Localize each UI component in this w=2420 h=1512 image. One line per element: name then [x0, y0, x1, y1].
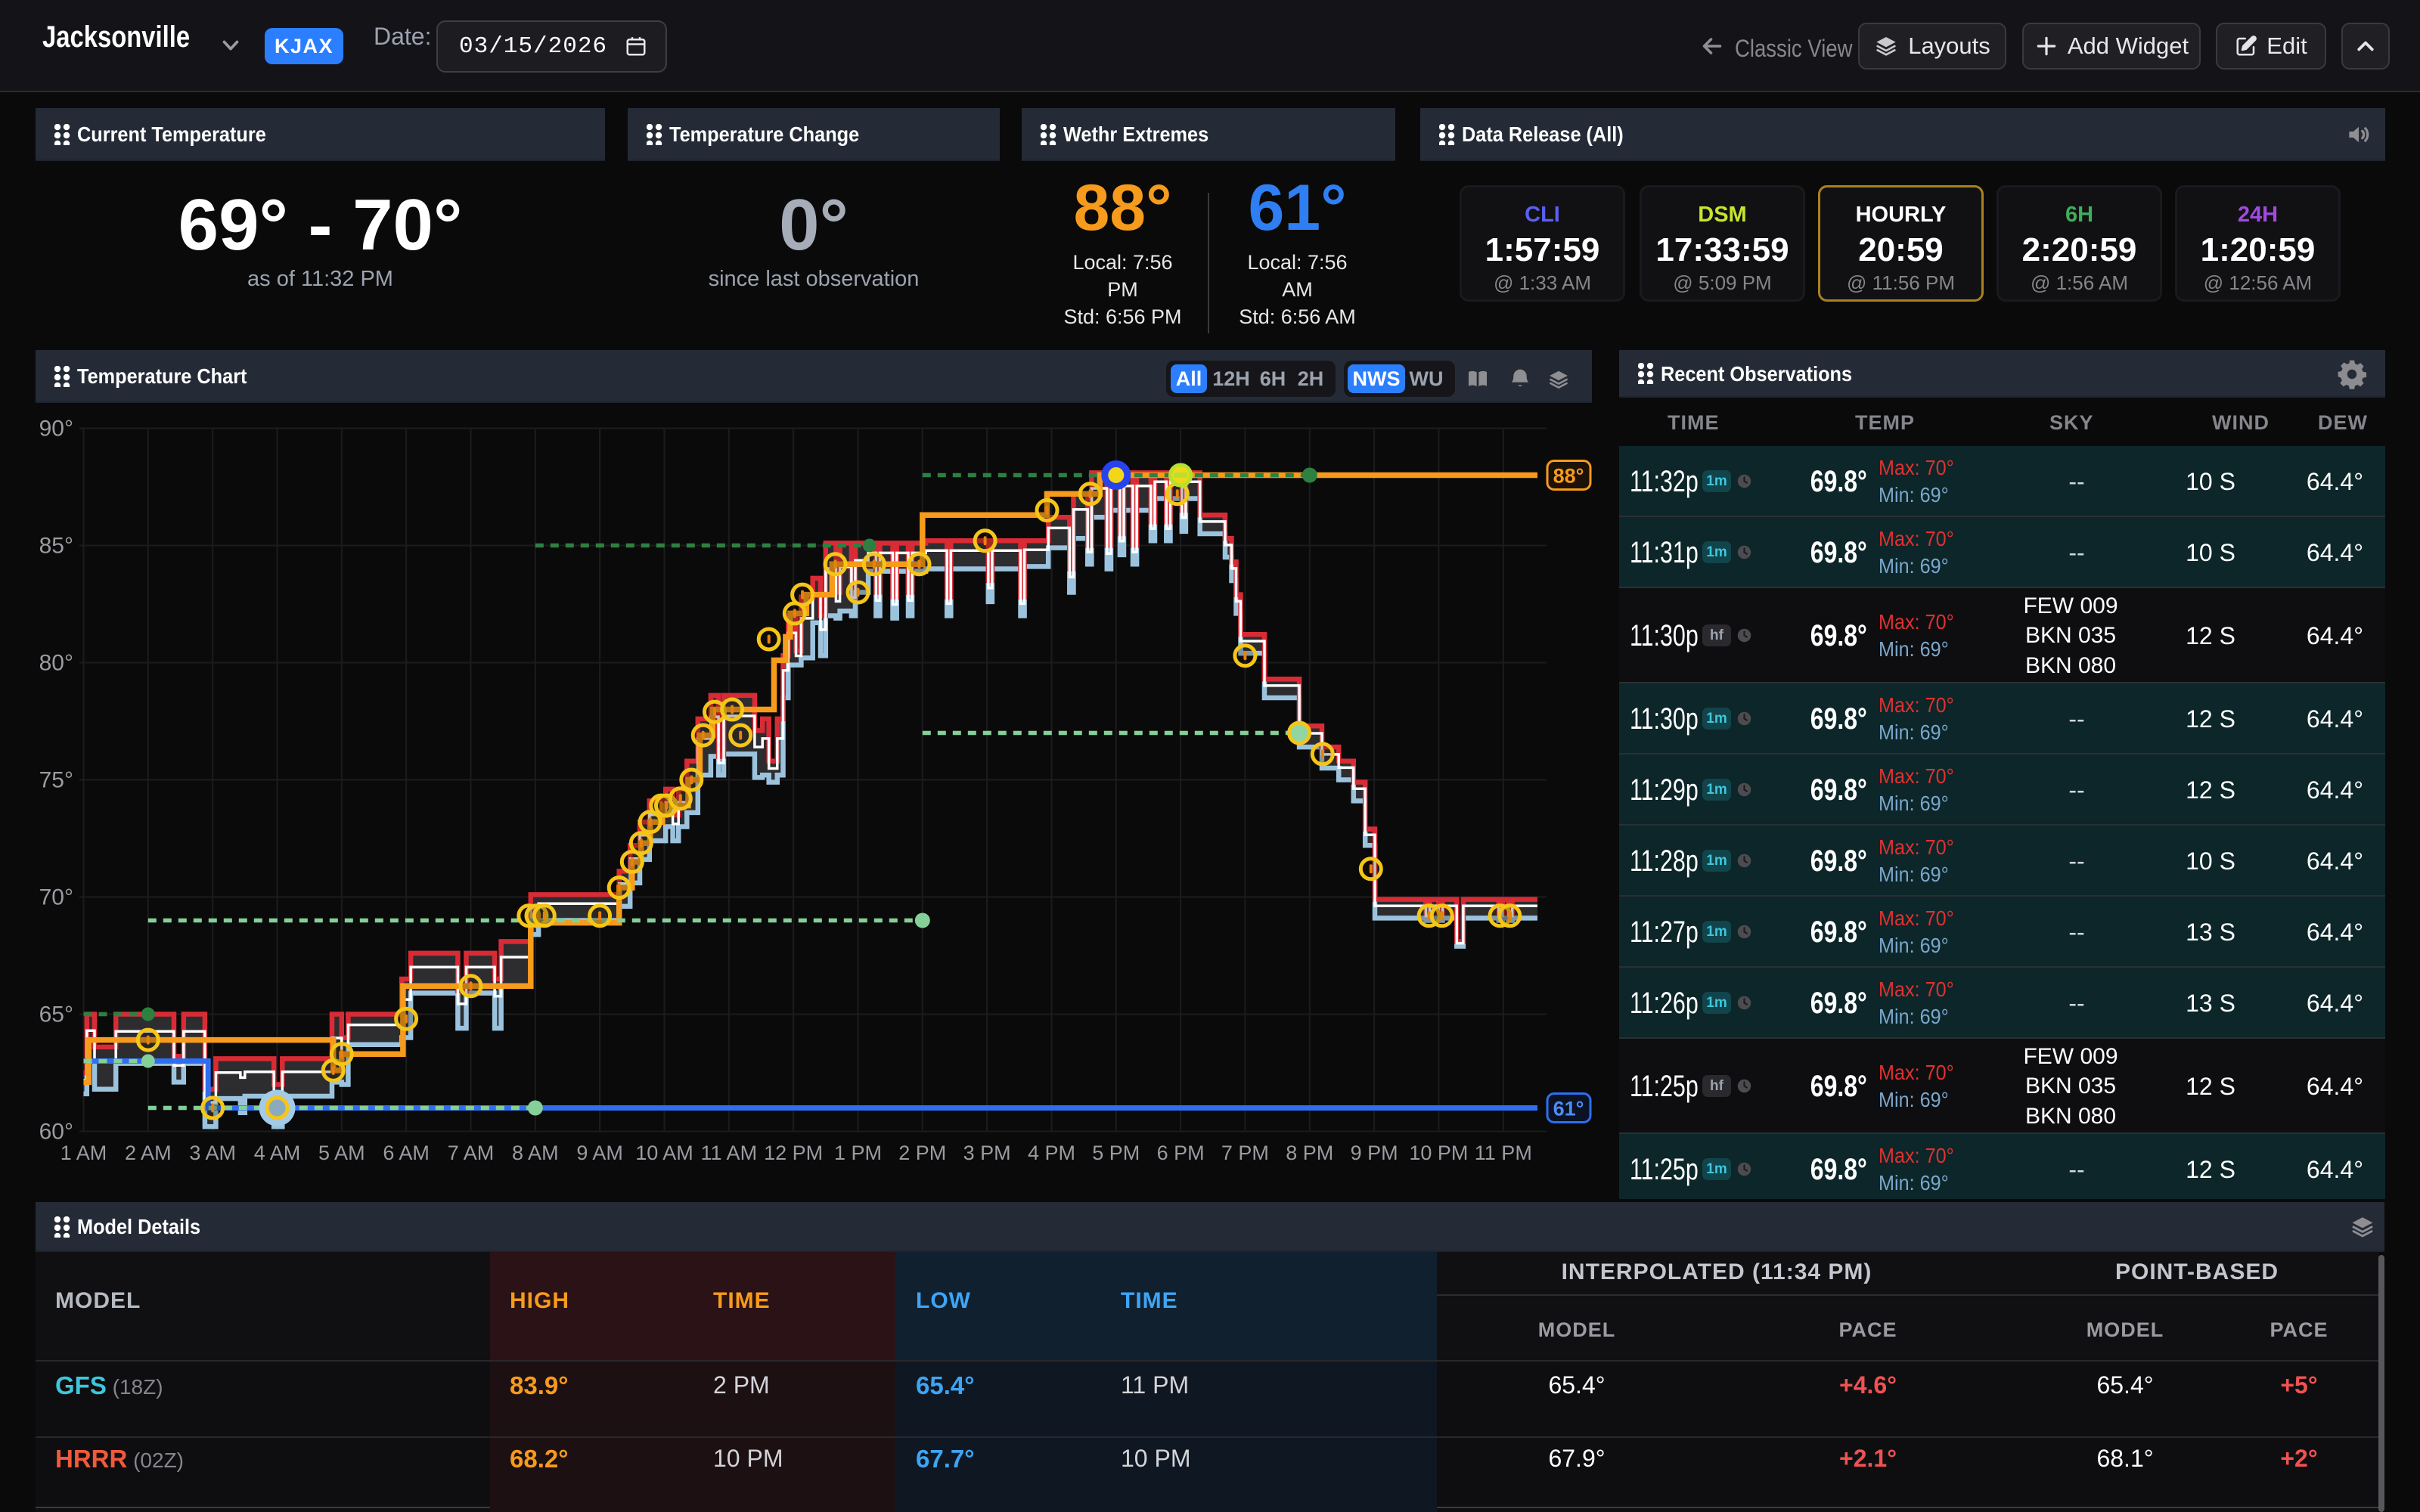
- svg-text:90°: 90°: [39, 417, 73, 442]
- svg-text:10 AM: 10 AM: [635, 1142, 693, 1164]
- svg-text:75°: 75°: [39, 768, 73, 793]
- svg-text:65°: 65°: [39, 1002, 73, 1027]
- svg-text:2 PM: 2 PM: [898, 1142, 946, 1164]
- svg-text:1 PM: 1 PM: [834, 1142, 882, 1164]
- svg-text:85°: 85°: [39, 534, 73, 559]
- svg-text:5 PM: 5 PM: [1092, 1142, 1140, 1164]
- svg-text:8 AM: 8 AM: [512, 1142, 559, 1164]
- svg-text:3 PM: 3 PM: [963, 1142, 1011, 1164]
- svg-text:4 AM: 4 AM: [254, 1142, 301, 1164]
- svg-text:60°: 60°: [39, 1120, 73, 1145]
- svg-text:1 AM: 1 AM: [60, 1142, 107, 1164]
- svg-text:2 AM: 2 AM: [125, 1142, 172, 1164]
- svg-text:7 AM: 7 AM: [448, 1142, 495, 1164]
- svg-text:70°: 70°: [39, 885, 73, 910]
- svg-text:6 AM: 6 AM: [383, 1142, 430, 1164]
- svg-text:3 AM: 3 AM: [189, 1142, 236, 1164]
- svg-text:9 AM: 9 AM: [576, 1142, 623, 1164]
- svg-text:4 PM: 4 PM: [1028, 1142, 1075, 1164]
- svg-text:12 PM: 12 PM: [764, 1142, 823, 1164]
- svg-text:80°: 80°: [39, 651, 73, 676]
- svg-text:9 PM: 9 PM: [1351, 1142, 1398, 1164]
- svg-text:8 PM: 8 PM: [1286, 1142, 1333, 1164]
- svg-text:61°: 61°: [1553, 1098, 1584, 1120]
- svg-text:11 PM: 11 PM: [1475, 1142, 1532, 1164]
- svg-text:6 PM: 6 PM: [1157, 1142, 1205, 1164]
- svg-text:10 PM: 10 PM: [1409, 1142, 1468, 1164]
- svg-text:11 AM: 11 AM: [701, 1142, 758, 1164]
- svg-text:88°: 88°: [1553, 465, 1584, 488]
- svg-text:5 AM: 5 AM: [318, 1142, 365, 1164]
- svg-text:7 PM: 7 PM: [1221, 1142, 1269, 1164]
